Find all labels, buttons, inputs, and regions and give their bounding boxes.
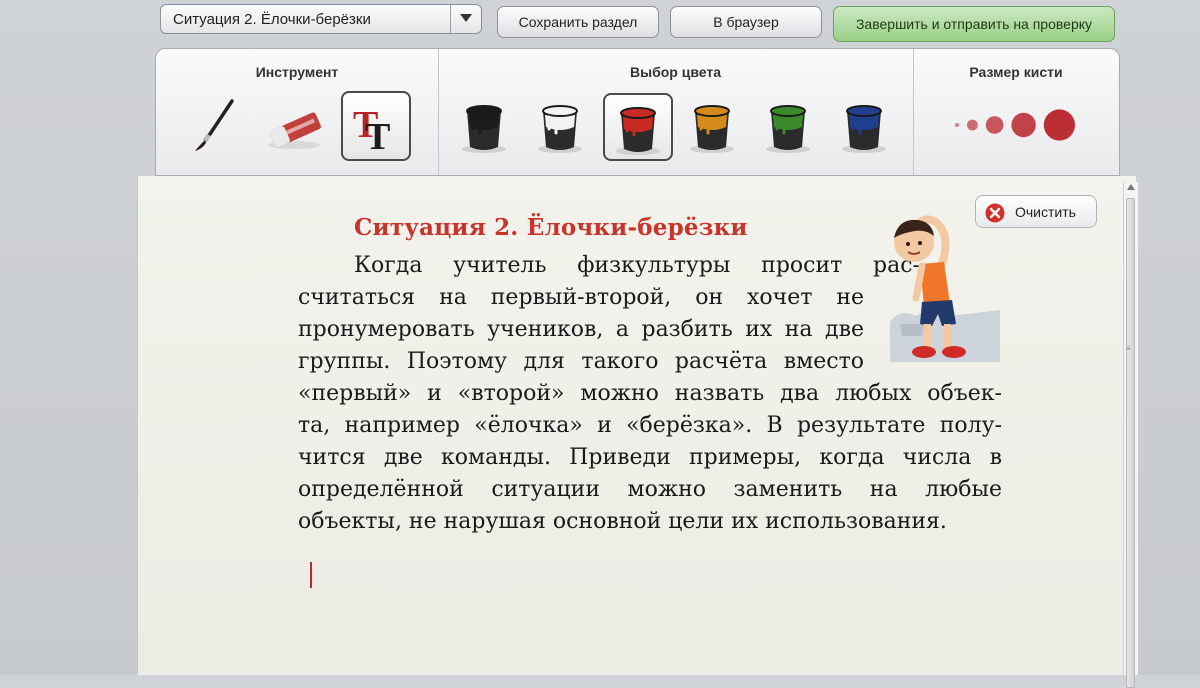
text-tool-button[interactable]: T T xyxy=(341,91,411,161)
text-line: «первый» и «второй» можно назвать два лю… xyxy=(298,381,1002,406)
brush-size-option[interactable] xyxy=(955,123,959,127)
top-action-bar: Ситуация 2. Ёлочки-берёзки Сохранить раз… xyxy=(0,0,1200,50)
brush-size-option[interactable] xyxy=(967,119,978,131)
scroll-up-icon[interactable] xyxy=(1127,184,1135,190)
text-cursor xyxy=(310,562,312,588)
clear-button-label: Очистить xyxy=(1015,204,1076,220)
color-swatch-4[interactable] xyxy=(679,93,749,161)
color-section-title: Выбор цвета xyxy=(630,64,721,80)
paint-bucket-icon xyxy=(690,105,734,153)
text-line: группы. Поэтому для такого расчёта вмест… xyxy=(298,349,864,374)
brush-size-option[interactable] xyxy=(1043,109,1075,141)
brush-size-option[interactable] xyxy=(985,116,1004,134)
text-line: объекты, не нарушая основной цели их исп… xyxy=(298,509,947,534)
brush-size-dots xyxy=(955,109,1075,141)
paint-bucket-icon xyxy=(462,105,506,153)
brush-size-section: Размер кисти xyxy=(913,49,1119,175)
paint-bucket-icon xyxy=(842,105,886,153)
submit-for-review-button[interactable]: Завершить и отправить на проверку xyxy=(833,6,1115,42)
eraser-icon xyxy=(268,112,321,149)
brush-size-title: Размер кисти xyxy=(969,64,1063,80)
situation-select[interactable]: Ситуация 2. Ёлочки-берёзки xyxy=(160,4,482,34)
color-swatch-3[interactable] xyxy=(603,93,673,161)
color-swatch-5[interactable] xyxy=(755,93,825,161)
brush-tool-button[interactable] xyxy=(178,91,248,161)
situation-heading: Ситуация 2. Ёлочки-берёзки xyxy=(354,214,748,241)
text-line: та, например «ёлочка» и «берёзка». В рез… xyxy=(298,413,1002,438)
text-line: пронумеровать учеников, а разбить их на … xyxy=(298,317,864,342)
text-line: Когда учитель физкультуры просит рас- xyxy=(354,253,920,278)
color-swatch-2[interactable] xyxy=(527,93,597,161)
exercising-boy-illustration xyxy=(880,212,1005,377)
text-line: чится две команды. Приведи примеры, когд… xyxy=(298,445,1002,470)
chevron-down-icon[interactable] xyxy=(450,5,481,33)
paint-bucket-icon xyxy=(766,105,810,153)
svg-text:T: T xyxy=(365,116,390,158)
tool-section-title: Инструмент xyxy=(255,64,339,80)
scrollbar-thumb[interactable] xyxy=(1126,198,1135,688)
open-in-browser-button[interactable]: В браузер xyxy=(670,6,822,38)
text-line: определённой ситуации можно заменить на … xyxy=(298,477,1002,502)
save-section-button[interactable]: Сохранить раздел xyxy=(497,6,659,38)
tool-section: Инструмент T T xyxy=(156,49,439,175)
paint-bucket-icon xyxy=(538,105,582,153)
text-line: считаться на первый-второй, он хочет не xyxy=(298,285,864,310)
brush-size-option[interactable] xyxy=(1011,112,1036,138)
color-swatch-1[interactable] xyxy=(451,93,521,161)
drawing-toolbar: Инструмент T T Выбор цвета Размер кисти xyxy=(155,48,1120,176)
scrollbar-grip-icon: ≡ xyxy=(1126,344,1131,353)
eraser-tool-button[interactable] xyxy=(260,91,330,161)
situation-select-value: Ситуация 2. Ёлочки-берёзки xyxy=(173,11,371,28)
color-swatch-6[interactable] xyxy=(831,93,901,161)
brush-size-options xyxy=(913,105,1113,145)
paint-bucket-icon xyxy=(616,107,660,155)
paintbrush-icon xyxy=(195,99,234,151)
text-tool-icon: T T xyxy=(353,104,390,158)
color-section: Выбор цвета xyxy=(438,49,914,175)
vertical-scrollbar[interactable]: ≡ xyxy=(1123,182,1138,688)
